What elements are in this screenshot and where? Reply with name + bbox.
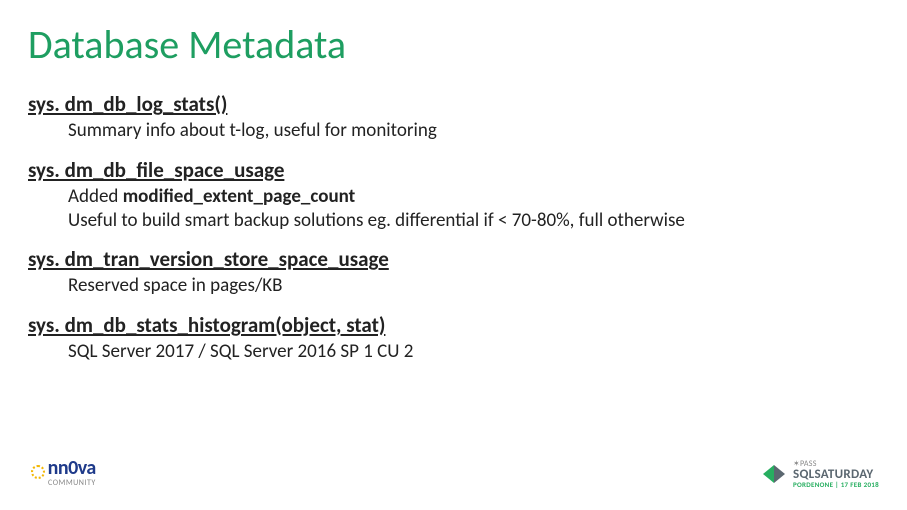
- logo-innova-text-wrap: nn0va COMMUNITY: [48, 456, 96, 488]
- item-2: sys. dm_db_file_space_usage Added modifi…: [28, 157, 879, 233]
- sun-icon: [28, 462, 48, 482]
- logo-innova-text: nn0va: [48, 456, 96, 480]
- chevron-right-icon: [774, 465, 785, 483]
- logo-innova: nn0va COMMUNITY: [28, 456, 96, 488]
- item-4: sys. dm_db_stats_histogram(object, stat)…: [28, 312, 879, 364]
- item-4-head: sys. dm_db_stats_histogram(object, stat): [28, 312, 879, 338]
- item-2-head: sys. dm_db_file_space_usage: [28, 157, 879, 183]
- slide: Database Metadata sys. dm_db_log_stats()…: [0, 0, 907, 364]
- item-1: sys. dm_db_log_stats() Summary info abou…: [28, 91, 879, 143]
- item-2-line-1-bold: modified_extent_page_count: [123, 185, 356, 208]
- item-3-line-1: Reserved space in pages/KB: [68, 274, 879, 298]
- logo-sqlsaturday: ✶PASS SQLSATURDAY PORDENONE | 17 FEB 201…: [763, 460, 879, 488]
- slide-title: Database Metadata: [28, 20, 879, 69]
- sqlsat-sub: PORDENONE | 17 FEB 2018: [793, 481, 879, 488]
- logo-part-2: va: [78, 456, 96, 480]
- item-1-line-1: Summary info about t-log, useful for mon…: [68, 119, 879, 143]
- chevrons-icon: [763, 465, 785, 483]
- item-2-line-1: Added modified_extent_page_count: [68, 185, 879, 209]
- logo-part-zero: 0: [68, 456, 78, 480]
- item-3: sys. dm_tran_version_store_space_usage R…: [28, 246, 879, 298]
- chevron-left-icon: [763, 465, 774, 483]
- item-4-line-1: SQL Server 2017 / SQL Server 2016 SP 1 C…: [68, 340, 879, 364]
- item-3-head: sys. dm_tran_version_store_space_usage: [28, 246, 879, 272]
- logo-innova-sub: COMMUNITY: [48, 478, 96, 488]
- sqlsat-text: ✶PASS SQLSATURDAY PORDENONE | 17 FEB 201…: [793, 460, 879, 488]
- item-1-head: sys. dm_db_log_stats(): [28, 91, 879, 117]
- item-2-line-1-prefix: Added: [68, 185, 123, 208]
- item-2-line-2: Useful to build smart backup solutions e…: [68, 209, 879, 233]
- footer: nn0va COMMUNITY ✶PASS SQLSATURDAY PORDEN…: [28, 456, 879, 488]
- logo-part-1: nn: [48, 456, 68, 480]
